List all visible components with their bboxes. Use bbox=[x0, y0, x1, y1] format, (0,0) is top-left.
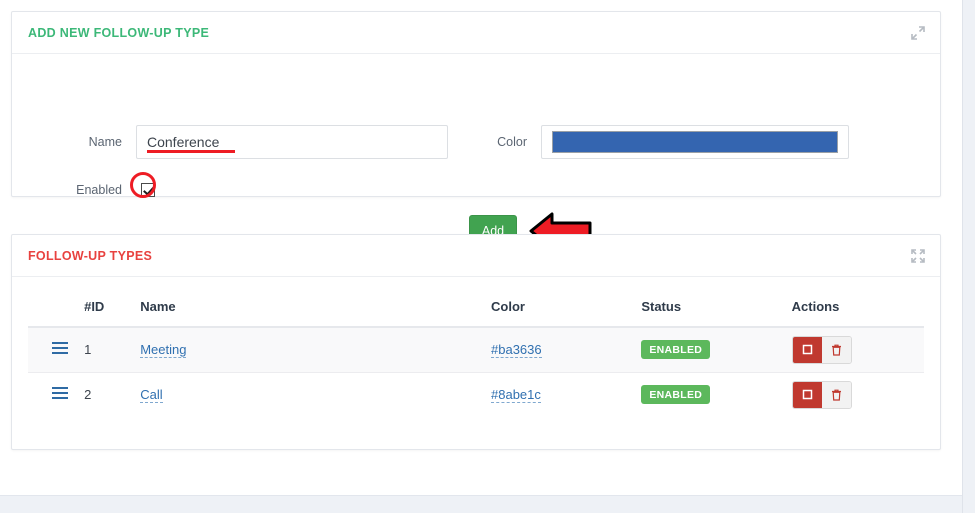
drag-handle-icon[interactable] bbox=[52, 342, 68, 355]
table-body: 1 Meeting #ba3636 ENABLED 2 Call #8abe1c… bbox=[28, 327, 924, 417]
add-panel-header: ADD NEW FOLLOW-UP TYPE bbox=[12, 12, 940, 54]
right-rail bbox=[962, 0, 975, 513]
name-red-underline-annotation bbox=[147, 150, 235, 153]
row-drag-cell[interactable] bbox=[28, 327, 77, 373]
color-form-row: Color bbox=[467, 125, 849, 159]
row-color-link[interactable]: #ba3636 bbox=[491, 342, 542, 359]
disable-button[interactable] bbox=[792, 381, 822, 408]
row-id: 1 bbox=[76, 327, 133, 373]
color-label: Color bbox=[497, 135, 527, 149]
collapse-diagonal-icon[interactable] bbox=[910, 25, 926, 41]
disable-button[interactable] bbox=[792, 336, 822, 363]
add-panel-title: ADD NEW FOLLOW-UP TYPE bbox=[28, 25, 210, 40]
status-badge: ENABLED bbox=[641, 385, 711, 405]
table-row: 2 Call #8abe1c ENABLED bbox=[28, 372, 924, 417]
enabled-form-row: Enabled bbox=[52, 172, 160, 202]
col-header-id: #ID bbox=[76, 285, 133, 328]
list-panel-body: #ID Name Color Status Actions 1 Meeting … bbox=[12, 277, 940, 417]
color-swatch[interactable] bbox=[552, 131, 838, 153]
delete-button[interactable] bbox=[821, 336, 851, 363]
status-badge: ENABLED bbox=[641, 340, 711, 360]
row-color-cell: #ba3636 bbox=[483, 327, 634, 373]
name-form-row: Name Conference bbox=[52, 125, 448, 159]
trash-icon bbox=[831, 344, 841, 356]
enabled-checkbox-wrapper[interactable] bbox=[130, 172, 160, 202]
list-panel-title: FOLLOW-UP TYPES bbox=[28, 248, 153, 263]
trash-icon bbox=[831, 389, 841, 401]
row-action-group bbox=[791, 335, 852, 364]
row-name-link[interactable]: Call bbox=[140, 387, 163, 404]
enabled-checkbox[interactable] bbox=[141, 183, 155, 197]
name-input[interactable]: Conference bbox=[136, 125, 448, 159]
col-header-color: Color bbox=[483, 285, 634, 328]
col-header-status: Status bbox=[633, 285, 784, 328]
drag-handle-icon[interactable] bbox=[52, 387, 68, 400]
page-root: ADD NEW FOLLOW-UP TYPE Name Conference C… bbox=[0, 0, 975, 513]
table-header-row: #ID Name Color Status Actions bbox=[28, 285, 924, 328]
list-panel-header: FOLLOW-UP TYPES bbox=[12, 235, 940, 277]
table-header: #ID Name Color Status Actions bbox=[28, 285, 924, 328]
row-name-link[interactable]: Meeting bbox=[140, 342, 187, 359]
row-actions-cell bbox=[783, 327, 924, 373]
col-header-handle bbox=[28, 285, 77, 328]
row-drag-cell[interactable] bbox=[28, 372, 76, 417]
delete-button[interactable] bbox=[821, 381, 851, 408]
enabled-label: Enabled bbox=[76, 183, 122, 197]
row-color-link[interactable]: #8abe1c bbox=[491, 387, 541, 404]
add-followup-type-panel: ADD NEW FOLLOW-UP TYPE Name Conference C… bbox=[11, 11, 941, 250]
row-id: 2 bbox=[84, 387, 92, 403]
row-name-cell: Meeting bbox=[132, 327, 483, 373]
footer-strip bbox=[0, 495, 962, 513]
row-status-cell: ENABLED bbox=[633, 327, 784, 373]
name-input-value: Conference bbox=[147, 134, 220, 150]
col-header-actions: Actions bbox=[783, 285, 924, 328]
col-header-name: Name bbox=[132, 285, 483, 328]
row-action-group bbox=[791, 380, 852, 409]
row-actions-cell bbox=[784, 372, 924, 417]
fullscreen-expand-icon[interactable] bbox=[910, 248, 926, 264]
followup-types-table: #ID Name Color Status Actions 1 Meeting … bbox=[28, 285, 924, 417]
table-row: 1 Meeting #ba3636 ENABLED bbox=[28, 327, 924, 373]
row-color-cell: #8abe1c bbox=[483, 372, 633, 417]
name-label: Name bbox=[88, 135, 122, 149]
followup-types-panel: FOLLOW-UP TYPES #ID Name Color Status Ac… bbox=[11, 234, 941, 450]
row-name-cell: Call bbox=[132, 372, 483, 417]
color-input[interactable] bbox=[541, 125, 849, 159]
row-status-cell: ENABLED bbox=[633, 372, 783, 417]
